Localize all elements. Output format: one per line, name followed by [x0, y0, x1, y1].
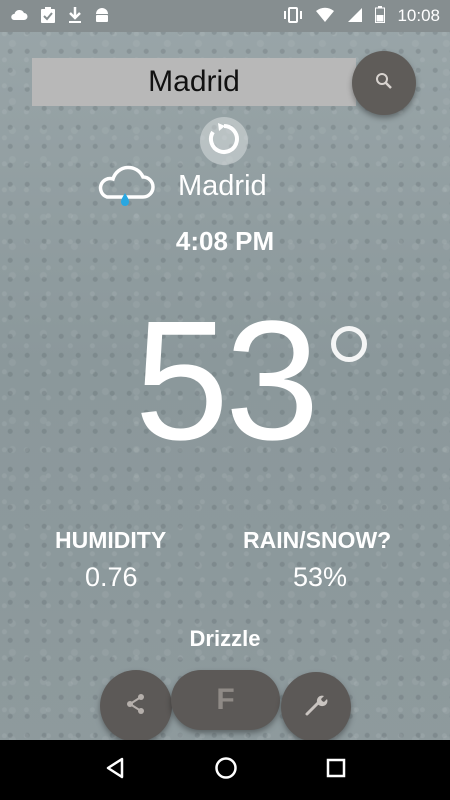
signal-icon: [347, 7, 363, 26]
humidity-value: 0.76: [85, 562, 138, 592]
precip-value: 53%: [293, 562, 348, 592]
city-name: Madrid: [178, 170, 267, 202]
vibrate-icon: [283, 6, 303, 26]
recents-icon[interactable]: [326, 758, 346, 783]
battery-icon: [375, 6, 386, 26]
local-time: 4:08 PM: [175, 226, 275, 256]
navigation-bar: [0, 740, 450, 800]
back-icon[interactable]: [104, 757, 126, 784]
status-left-icons: [10, 6, 110, 27]
status-time: 10:08: [397, 6, 440, 25]
home-icon[interactable]: [214, 756, 238, 785]
unit-toggle-button[interactable]: F: [171, 670, 280, 730]
unit-label: F: [216, 683, 235, 716]
android-icon: [94, 6, 110, 27]
precip-label: RAIN/SNOW?: [243, 527, 392, 553]
search-bar[interactable]: [32, 57, 356, 107]
wrench-icon: [303, 692, 329, 723]
refresh-button[interactable]: [200, 117, 248, 165]
cloud-icon: [10, 9, 28, 24]
humidity-label: HUMIDITY: [55, 527, 167, 553]
temperature-value: 53: [134, 286, 319, 476]
rain-cloud-icon: [95, 163, 155, 209]
status-right-icons: 10:08: [283, 6, 440, 26]
wifi-icon: [315, 7, 335, 26]
refresh-icon: [207, 122, 241, 161]
search-icon: [375, 72, 393, 95]
clipboard-check-icon: [40, 6, 56, 27]
download-icon: [68, 6, 82, 27]
share-button[interactable]: [100, 670, 172, 742]
share-icon: [125, 693, 147, 720]
city-search-input[interactable]: [32, 57, 356, 107]
status-bar: 10:08: [0, 0, 450, 32]
search-button[interactable]: [352, 51, 416, 115]
weather-description: Drizzle: [189, 626, 261, 651]
degree-symbol: [331, 326, 367, 362]
weather-screen: 10:08 Madrid 4:08 PM 53 HUMIDITY 0.76 RA…: [0, 0, 450, 800]
settings-button[interactable]: [281, 672, 351, 742]
